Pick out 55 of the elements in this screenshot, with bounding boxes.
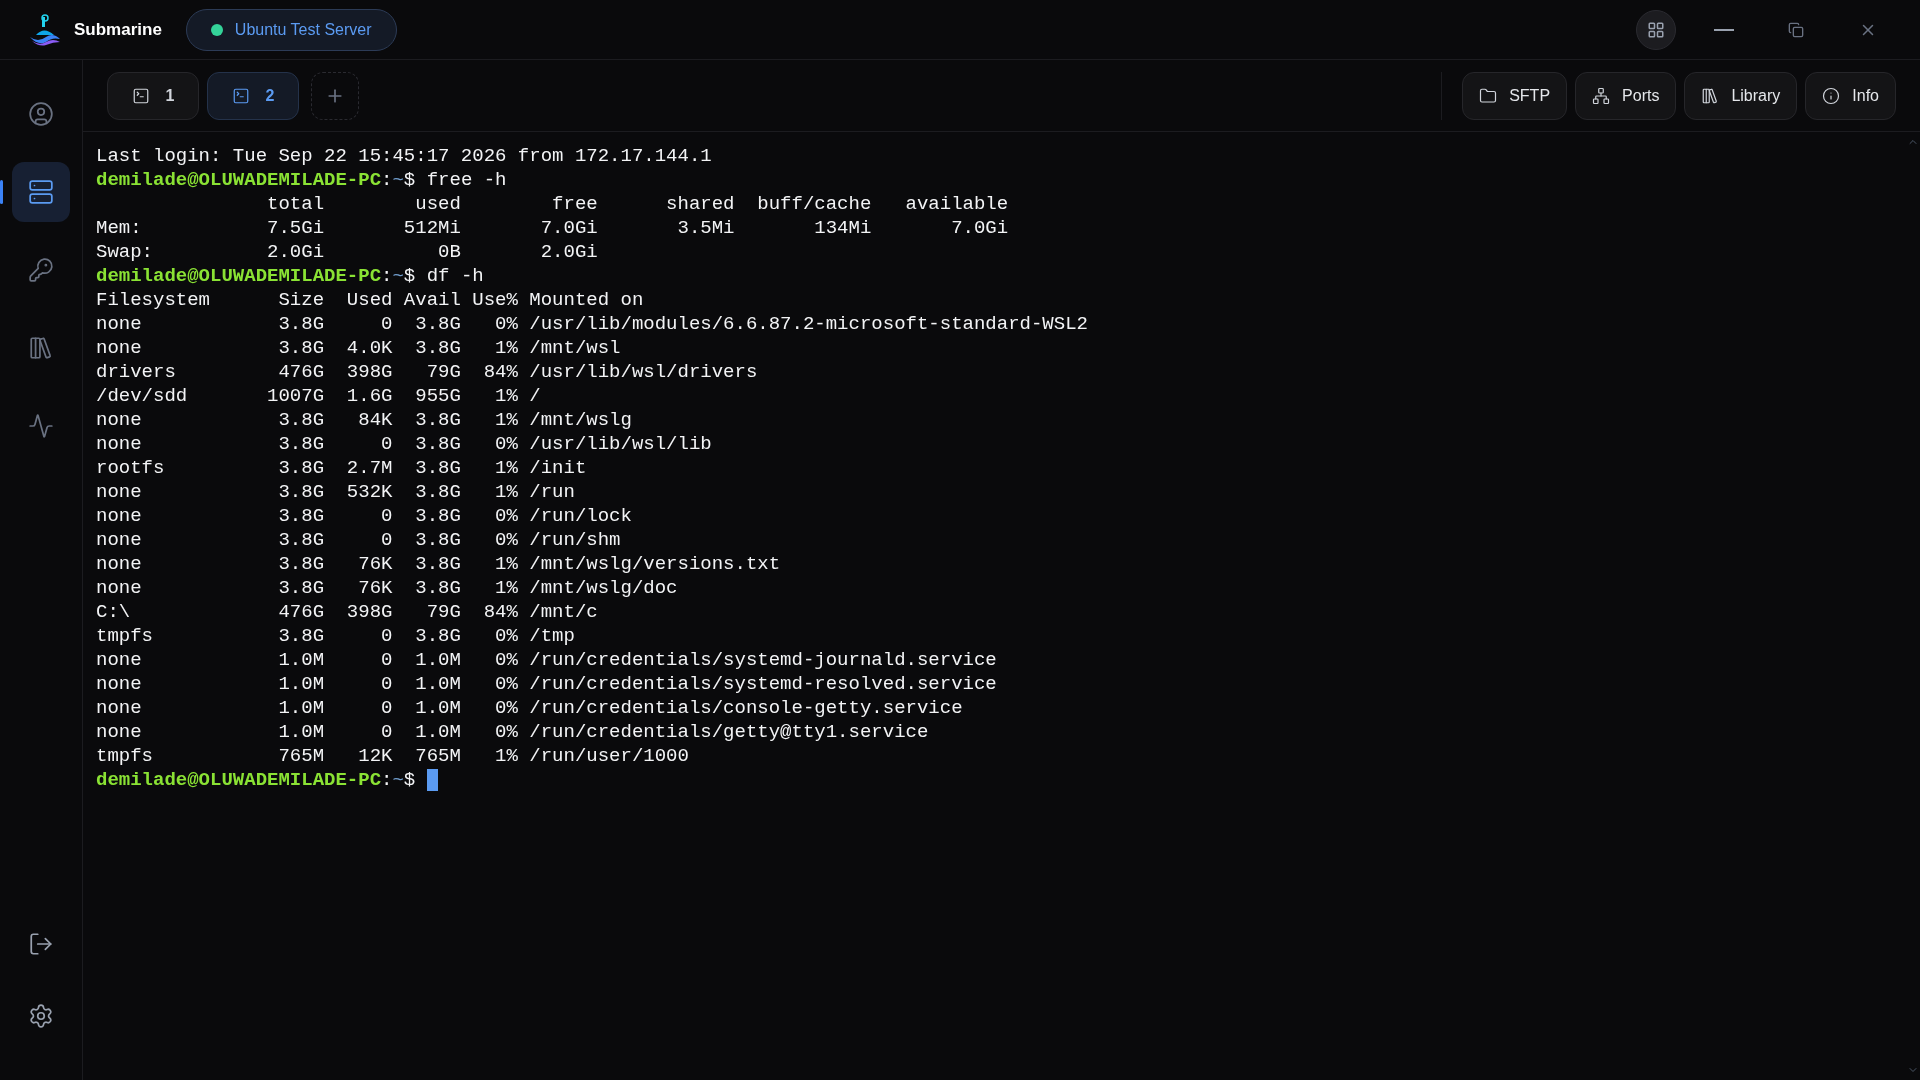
output-line: tmpfs 3.8G 0 3.8G 0% /tmp (96, 624, 575, 648)
prompt-line: demilade@OLUWADEMILADE-PC:~$ df -h (96, 264, 484, 288)
sidebar-item[interactable] (12, 162, 70, 222)
output-line: rootfs 3.8G 2.7M 3.8G 1% /init (96, 456, 587, 480)
output-line: none 1.0M 0 1.0M 0% /run/credentials/systemd-journald.service (96, 648, 997, 672)
output-line: total used free shared buff/cache available (266, 192, 1009, 216)
key-icon (28, 257, 54, 283)
folder-icon (1479, 86, 1498, 105)
network-icon (1592, 86, 1611, 105)
server-icon (28, 179, 54, 205)
output-line: none 3.8G 0 3.8G 0% /run/lock (96, 504, 632, 528)
account-icon (28, 101, 54, 127)
toolbar-button[interactable]: Library (1684, 71, 1798, 120)
output-line: none 3.8G 76K 3.8G 1% /mnt/wslg/doc (96, 576, 678, 600)
terminal-tab[interactable]: 1 (107, 71, 199, 120)
activity-icon (28, 413, 54, 439)
output-line: none 3.8G 532K 3.8G 1% /run (96, 480, 575, 504)
active-indicator (0, 180, 3, 204)
library-icon (28, 335, 54, 361)
app-name: Submarine (74, 18, 162, 41)
toolbar-button[interactable]: Info (1805, 71, 1896, 120)
output-line: tmpfs 765M 12K 765M 1% /run/user/1000 (96, 744, 689, 768)
output-line: none 1.0M 0 1.0M 0% /run/credentials/getty@tty1.service (96, 720, 929, 744)
server-pill[interactable]: Ubuntu Test Server (185, 8, 397, 51)
terminal-icon (231, 86, 250, 105)
terminal-icon (131, 86, 150, 105)
output-line: none 3.8G 4.0K 3.8G 1% /mnt/wsl (96, 336, 621, 360)
toolbar-button[interactable]: SFTP (1462, 71, 1568, 120)
prompt-line: demilade@OLUWADEMILADE-PC:~$ free -h (96, 168, 507, 192)
output-line: Mem: 7.5Gi 512Mi 7.0Gi 3.5Mi 134Mi 7.0Gi (96, 216, 1009, 240)
terminal-tab[interactable]: 2 (207, 71, 299, 120)
info-icon (1822, 86, 1841, 105)
apps-button[interactable] (1636, 9, 1676, 50)
logout-icon (28, 931, 54, 957)
output-line: C:\ 476G 398G 79G 84% /mnt/c (96, 600, 598, 624)
output-line: Filesystem Size Used Avail Use% Mounted on (96, 288, 644, 312)
library-icon (1701, 86, 1720, 105)
server-name: Ubuntu Test Server (234, 19, 372, 40)
restore-icon (1788, 21, 1804, 38)
output-line: none 1.0M 0 1.0M 0% /run/credentials/console-getty.service (96, 696, 963, 720)
settings-icon (28, 1003, 54, 1029)
grid-icon (1647, 20, 1665, 39)
minimize-icon (1714, 28, 1734, 31)
output-line: none 1.0M 0 1.0M 0% /run/credentials/systemd-resolved.service (96, 672, 997, 696)
prompt-line: demilade@OLUWADEMILADE-PC:~$ (96, 768, 438, 792)
output-line: none 3.8G 0 3.8G 0% /usr/lib/wsl/lib (96, 432, 712, 456)
output-line: none 3.8G 0 3.8G 0% /usr/lib/modules/6.6.87.2-microsoft-standard-WSL2 (96, 312, 1088, 336)
output-line: none 3.8G 0 3.8G 0% /run/shm (96, 528, 621, 552)
output-line: Swap: 2.0Gi 0B 2.0Gi (96, 240, 598, 264)
output-line: drivers 476G 398G 79G 84% /usr/lib/wsl/drivers (96, 360, 758, 384)
output-line: none 3.8G 76K 3.8G 1% /mnt/wslg/versions.txt (96, 552, 781, 576)
output-line: /dev/sdd 1007G 1.6G 955G 1% / (96, 384, 541, 408)
output-line: Last login: Tue Sep 22 15:45:17 2026 from 172.17.144.1 (96, 144, 712, 168)
toolbar-button[interactable]: Ports (1575, 71, 1677, 120)
output-line: none 3.8G 84K 3.8G 1% /mnt/wslg (96, 408, 632, 432)
